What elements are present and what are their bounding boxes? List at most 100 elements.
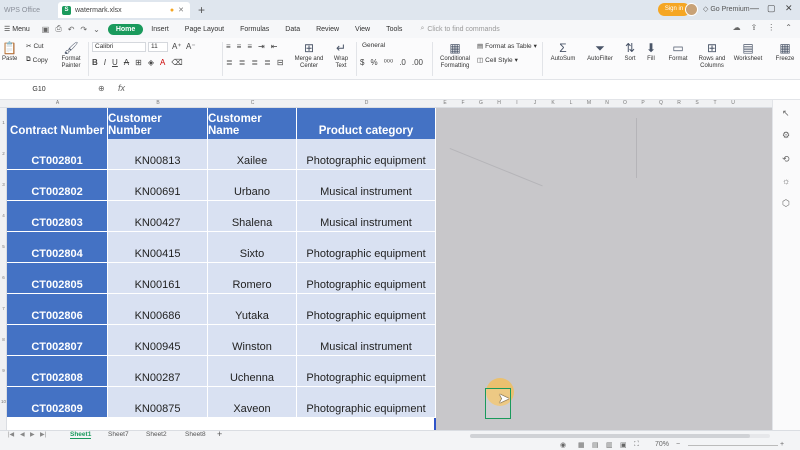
font-grow-icon[interactable]: A⁺ <box>172 42 182 51</box>
tab-data[interactable]: Data <box>277 26 308 33</box>
app-home-tab[interactable]: WPS Office <box>4 2 56 18</box>
table-cell[interactable]: Romero <box>208 263 297 294</box>
table-cell[interactable]: CT002807 <box>7 325 108 356</box>
format-as-table-button[interactable]: ▤ Format as Table ▾ <box>477 42 537 51</box>
table-cell[interactable]: KN00875 <box>108 387 208 418</box>
print-icon[interactable]: ⎙ <box>55 24 61 34</box>
indent-icon[interactable]: ⇥ <box>258 42 265 51</box>
wrap-text-button[interactable]: ↵ Wrap Text <box>330 40 352 70</box>
table-cell[interactable]: CT002809 <box>7 387 108 418</box>
font-shrink-icon[interactable]: A⁻ <box>186 42 196 51</box>
font-color-icon[interactable]: A <box>160 58 165 67</box>
italic-icon[interactable]: I <box>104 58 106 67</box>
table-cell[interactable]: KN00686 <box>108 294 208 325</box>
column-header-r[interactable]: R <box>670 100 688 106</box>
sheet-tab-sheet2[interactable]: Sheet2 <box>146 431 167 438</box>
eye-protection-icon[interactable]: ◉ <box>560 441 566 449</box>
close-window-icon[interactable]: ✕ <box>785 3 793 14</box>
zoom-formula-icon[interactable]: ⊕ <box>98 84 105 93</box>
justify-icon[interactable]: ≣ <box>264 58 271 67</box>
page-break-view-icon[interactable]: ▥ <box>606 441 613 449</box>
table-header-cell[interactable]: Customer Name <box>208 108 297 139</box>
sort-button[interactable]: ⇅ Sort <box>622 40 638 62</box>
table-cell[interactable]: Uchenna <box>208 356 297 387</box>
new-tab-button[interactable]: + <box>198 3 205 17</box>
row-header-2[interactable]: 2 <box>0 151 7 156</box>
table-cell[interactable]: Photographic equipment <box>297 356 436 387</box>
pointer-select-icon[interactable]: ↖ <box>782 108 790 119</box>
column-header-f[interactable]: F <box>454 100 472 106</box>
align-center-icon[interactable]: ≣ <box>239 58 246 67</box>
column-header-d[interactable]: D <box>297 100 436 106</box>
share-icon[interactable]: ⇪ <box>751 23 758 32</box>
table-cell[interactable]: Xailee <box>208 139 297 170</box>
table-cell[interactable]: CT002806 <box>7 294 108 325</box>
table-cell[interactable]: KN00287 <box>108 356 208 387</box>
bold-icon[interactable]: B <box>92 58 98 67</box>
column-header-l[interactable]: L <box>562 100 580 106</box>
column-header-s[interactable]: S <box>688 100 706 106</box>
last-sheet-icon[interactable]: ▶| <box>40 431 46 438</box>
table-cell[interactable]: CT002802 <box>7 170 108 201</box>
conditional-formatting-button[interactable]: ▦ Conditional Formatting <box>436 40 474 70</box>
row-header-1[interactable]: 1 <box>0 120 7 125</box>
table-cell[interactable]: Shalena <box>208 201 297 232</box>
table-cell[interactable]: CT002803 <box>7 201 108 232</box>
table-cell[interactable]: Sixto <box>208 232 297 263</box>
table-cell[interactable]: KN00427 <box>108 201 208 232</box>
first-sheet-icon[interactable]: |◀ <box>8 431 14 438</box>
table-cell[interactable]: KN00415 <box>108 232 208 263</box>
properties-icon[interactable]: ⚙ <box>782 130 790 141</box>
sheet-tab-sheet1[interactable]: Sheet1 <box>70 431 92 439</box>
increase-decimal-icon[interactable]: .0 <box>399 58 406 67</box>
column-header-c[interactable]: C <box>208 100 297 106</box>
column-header-a[interactable]: A <box>7 100 108 106</box>
row-header-3[interactable]: 3 <box>0 182 7 187</box>
format-painter-button[interactable]: 🖌 Format Painter <box>58 40 84 70</box>
align-top-icon[interactable]: ≡ <box>226 42 231 51</box>
cut-button[interactable]: ✂ Cut <box>26 42 44 51</box>
tab-insert[interactable]: Insert <box>143 26 177 33</box>
column-header-n[interactable]: N <box>598 100 616 106</box>
normal-view-icon[interactable]: ▦ <box>578 441 585 449</box>
paste-button[interactable]: 📋 Paste <box>2 40 17 62</box>
history-icon[interactable]: ⟲ <box>782 154 790 165</box>
more-options-icon[interactable]: ⋮ <box>767 23 775 32</box>
column-header-g[interactable]: G <box>472 100 490 106</box>
page-layout-view-icon[interactable]: ▤ <box>592 441 599 449</box>
undo-icon[interactable]: ↶ <box>68 25 75 34</box>
add-sheet-button[interactable]: + <box>217 429 222 439</box>
table-cell[interactable]: KN00161 <box>108 263 208 294</box>
column-header-u[interactable]: U <box>724 100 742 106</box>
column-header-m[interactable]: M <box>580 100 598 106</box>
column-header-b[interactable]: B <box>108 100 208 106</box>
freeze-button[interactable]: ▦ Freeze <box>772 40 798 62</box>
table-cell[interactable]: KN00691 <box>108 170 208 201</box>
table-cell[interactable]: Photographic equipment <box>297 294 436 325</box>
merge-center-button[interactable]: ⊞ Merge and Center <box>292 40 326 70</box>
border-icon[interactable]: ⊞ <box>135 58 142 67</box>
menu-button[interactable]: ☰ Menu <box>0 25 38 33</box>
table-cell[interactable]: Musical instrument <box>297 170 436 201</box>
collapse-ribbon-icon[interactable]: ⌃ <box>785 23 792 32</box>
row-header-9[interactable]: 9 <box>0 368 7 373</box>
close-tab-icon[interactable]: ✕ <box>178 6 184 14</box>
table-cell[interactable]: Musical instrument <box>297 325 436 356</box>
avatar[interactable] <box>685 3 698 16</box>
font-name-select[interactable]: Calibri <box>92 42 146 52</box>
function-icon[interactable]: fx <box>118 83 125 93</box>
tab-tools[interactable]: Tools <box>378 26 410 33</box>
table-cell[interactable]: Photographic equipment <box>297 232 436 263</box>
worksheet-button[interactable]: ▤ Worksheet <box>732 40 764 62</box>
sheet-tab-sheet7[interactable]: Sheet7 <box>108 431 129 438</box>
sheet-tab-sheet8[interactable]: Sheet8 <box>185 431 206 438</box>
row-header-8[interactable]: 8 <box>0 337 7 342</box>
autosum-button[interactable]: Σ AutoSum <box>548 40 578 62</box>
name-box[interactable]: G10 <box>4 84 74 96</box>
prev-sheet-icon[interactable]: ◀ <box>20 431 25 438</box>
table-cell[interactable]: KN00945 <box>108 325 208 356</box>
column-header-h[interactable]: H <box>490 100 508 106</box>
zoom-slider[interactable] <box>688 445 778 446</box>
align-right-icon[interactable]: ≣ <box>251 58 258 67</box>
row-header-7[interactable]: 7 <box>0 306 7 311</box>
